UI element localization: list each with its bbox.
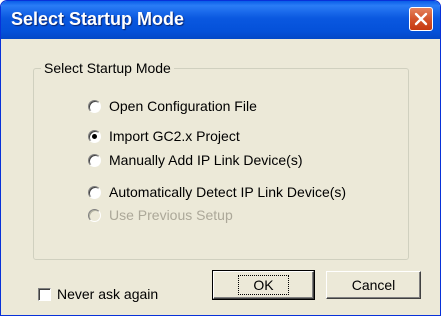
radio-label: Use Previous Setup bbox=[109, 207, 233, 223]
cancel-button[interactable]: Cancel bbox=[326, 271, 421, 299]
ok-button[interactable]: OK bbox=[212, 270, 315, 300]
radio-open-configuration-file[interactable]: Open Configuration File bbox=[88, 98, 257, 114]
never-ask-again-label[interactable]: Never ask again bbox=[57, 286, 158, 302]
radio-button-icon[interactable] bbox=[88, 153, 101, 167]
radio-label: Import GC2.x Project bbox=[109, 128, 240, 144]
radio-button-disabled-icon bbox=[88, 208, 101, 222]
radio-manually-add-ip-link-device[interactable]: Manually Add IP Link Device(s) bbox=[88, 152, 303, 168]
radio-button-icon[interactable] bbox=[88, 185, 101, 199]
close-button[interactable] bbox=[409, 7, 433, 31]
never-ask-again-checkbox[interactable] bbox=[38, 288, 51, 301]
title-bar[interactable]: Select Startup Mode bbox=[1, 1, 440, 39]
radio-button-icon[interactable] bbox=[88, 99, 101, 113]
cancel-button-label: Cancel bbox=[351, 277, 396, 293]
radio-automatically-detect-ip-link-device[interactable]: Automatically Detect IP Link Device(s) bbox=[88, 184, 346, 200]
close-x-icon bbox=[414, 12, 428, 26]
radio-use-previous-setup: Use Previous Setup bbox=[88, 207, 233, 223]
ok-button-label: OK bbox=[238, 275, 289, 295]
radio-import-gc2x-project[interactable]: Import GC2.x Project bbox=[88, 128, 240, 144]
dialog-window: Select Startup Mode Select Startup Mode … bbox=[0, 0, 441, 316]
radio-label: Manually Add IP Link Device(s) bbox=[109, 152, 303, 168]
window-title: Select Startup Mode bbox=[11, 9, 185, 29]
radio-button-selected-icon[interactable] bbox=[88, 129, 101, 143]
radio-label: Automatically Detect IP Link Device(s) bbox=[109, 184, 347, 200]
radio-label: Open Configuration File bbox=[109, 98, 257, 114]
groupbox-label: Select Startup Mode bbox=[41, 60, 174, 76]
